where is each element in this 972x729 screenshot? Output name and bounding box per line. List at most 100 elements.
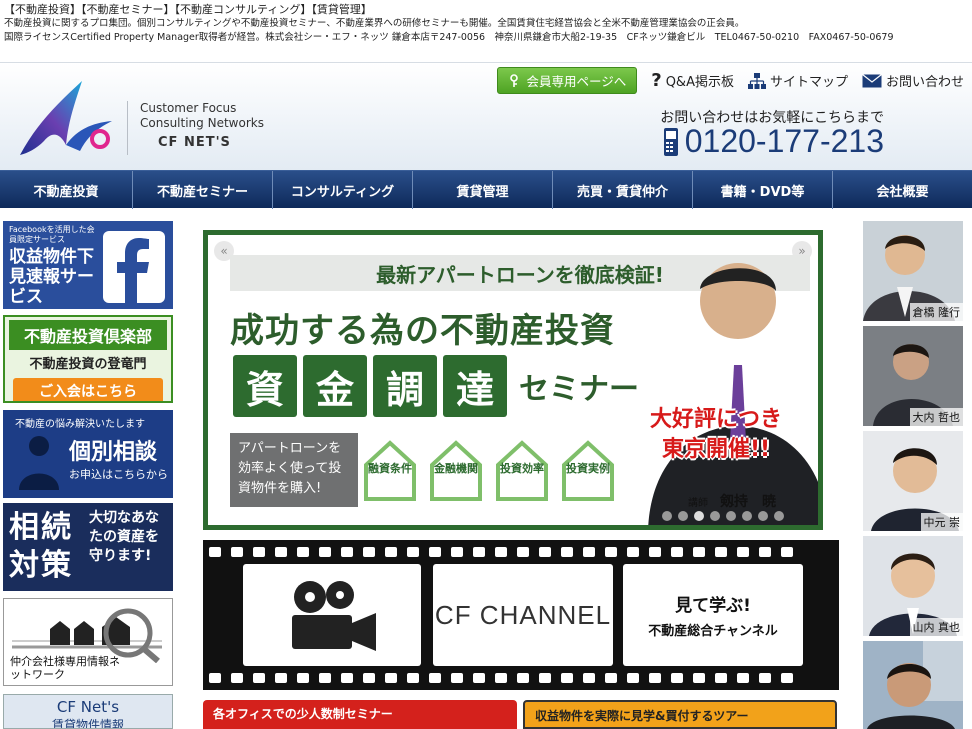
hero-kanji-row: 資 金 調 達 セミナー — [233, 355, 639, 417]
film-frame-slogan: 見て学ぶ! 不動産総合チャンネル — [623, 564, 803, 666]
hero-seminar-word: セミナー — [519, 372, 639, 407]
lecturer-card[interactable]: 大内 哲也 — [863, 326, 963, 426]
slide-dot[interactable] — [710, 511, 720, 521]
property-tour-text: 収益物件を実際に見学&買付するツアー — [535, 709, 749, 723]
category-links[interactable]: 【不動産投資】【不動産セミナー】【不動産コンサルティング】【賃貸管理】 — [4, 3, 968, 17]
qa-board-label: Q&A掲示板 — [665, 75, 734, 90]
lecturer-name: 山内 真也 — [909, 618, 963, 636]
rental-banner-title: CF Net's — [56, 698, 120, 716]
slide-dot[interactable] — [774, 511, 784, 521]
lecturer-card[interactable]: 倉橋 隆行 — [863, 221, 963, 321]
lecturer-card[interactable] — [863, 641, 963, 729]
cf-channel-banner[interactable]: CF CHANNEL 見て学ぶ! 不動産総合チャンネル — [203, 540, 839, 690]
seminar-hero-banner[interactable]: « » 最新アパートローンを徹底検証! 成功する為の不動産投資 資 金 調 達 … — [203, 230, 823, 530]
sitemap-link[interactable]: サイトマップ — [747, 71, 848, 90]
site-header: Customer Focus Consulting Networks CF NE… — [0, 62, 972, 170]
logo-line-1: Customer Focus — [140, 101, 237, 115]
logo-divider — [127, 101, 128, 155]
consultation-top-text: 不動産の悩み解決いたします — [15, 419, 145, 430]
consultation-banner[interactable]: 不動産の悩み解決いたします 個別相談 お申込はこちらから — [3, 410, 173, 498]
lecturer-card[interactable]: 中元 崇 — [863, 431, 963, 531]
inheritance-banner[interactable]: 相続対策 大切なあなたの資産を守ります! — [3, 503, 173, 591]
nav-books-dvd[interactable]: 書籍・DVD等 — [693, 171, 833, 209]
phone-number[interactable]: 0120-177-213 — [663, 123, 884, 160]
nav-real-estate-investment[interactable]: 不動産投資 — [0, 171, 133, 209]
lecturer-name: 大内 哲也 — [909, 408, 963, 426]
small-seminar-banner[interactable]: 各オフィスでの少人数制セミナー — [203, 700, 517, 729]
lecturer-name: 倉橋 隆行 — [909, 303, 963, 321]
member-page-button[interactable]: 会員専用ページへ — [497, 67, 638, 94]
club-title: 不動産投資倶楽部 — [9, 320, 167, 350]
lecturer-photo — [648, 263, 818, 525]
inheritance-text: 大切なあなたの資産を守ります! — [89, 510, 159, 564]
hero-title: 成功する為の不動産投資 — [230, 311, 615, 351]
slide-dot[interactable] — [662, 511, 672, 521]
topic-house: 投資実例 — [560, 439, 616, 503]
kanji-box: 調 — [373, 355, 437, 417]
hero-strip-text: 最新アパートローンを徹底検証! — [376, 262, 664, 287]
logo-line-2: Consulting Networks — [140, 116, 264, 130]
film-holes-top — [209, 547, 793, 557]
slide-dot[interactable] — [694, 511, 704, 521]
site-description: 【不動産投資】【不動産セミナー】【不動産コンサルティング】【賃貸管理】 不動産投… — [4, 3, 968, 45]
lecturer-portrait — [863, 641, 963, 729]
topic-house: 融資条件 — [362, 439, 418, 503]
popular-callout: 大好評につき 東京開催!! — [650, 405, 782, 465]
inheritance-kanji: 相続対策 — [9, 510, 73, 583]
rental-banner-sub: 賃貸物件情報 — [51, 718, 124, 729]
broker-network-text: 仲介会社様専用情報ネットワーク — [10, 655, 120, 681]
facebook-listing-banner[interactable]: Facebookを活用した会員限定サービス 収益物件下見速報サービス — [3, 221, 173, 309]
nav-company[interactable]: 会社概要 — [833, 171, 972, 209]
consultation-title: 個別相談 — [69, 440, 158, 465]
movie-camera-icon — [292, 581, 376, 651]
slide-dot[interactable] — [742, 511, 752, 521]
small-seminar-text: 各オフィスでの少人数制セミナー — [213, 707, 393, 721]
slogan: 見て学ぶ! — [675, 596, 751, 616]
sitemap-icon — [747, 72, 766, 89]
mail-icon — [862, 73, 882, 87]
facebook-icon — [103, 231, 165, 303]
person-silhouette-icon — [19, 436, 59, 490]
lecturer-name: 中元 崇 — [920, 513, 963, 531]
nav-consulting[interactable]: コンサルティング — [273, 171, 413, 209]
slide-dot[interactable] — [758, 511, 768, 521]
key-icon — [510, 73, 519, 87]
qa-board-link[interactable]: ? Q&A掲示板 — [651, 70, 734, 91]
popular-line-1: 大好評につき — [650, 407, 783, 432]
broker-network-banner[interactable]: 仲介会社様専用情報ネットワーク — [3, 598, 173, 686]
sitemap-label: サイトマップ — [769, 75, 848, 90]
slogan-sub: 不動産総合チャンネル — [648, 624, 778, 639]
member-page-label: 会員専用ページへ — [526, 74, 627, 89]
film-frame-camera — [243, 564, 421, 666]
nav-rental-management[interactable]: 賃貸管理 — [413, 171, 553, 209]
slide-dot[interactable] — [726, 511, 736, 521]
consultation-apply: お申込はこちらから — [69, 468, 168, 481]
club-subtitle: 不動産投資の登竜門 — [29, 357, 147, 372]
hero-topics: 融資条件 金融機関 投資効率 投資実例 — [362, 439, 616, 503]
property-tour-banner[interactable]: 収益物件を実際に見学&買付するツアー — [523, 700, 837, 729]
topic-label: 投資効率 — [500, 462, 544, 475]
lecturer-card[interactable]: 山内 真也 — [863, 536, 963, 636]
logo-brand: CF NET'S — [158, 135, 231, 150]
film-holes-bottom — [209, 673, 793, 683]
popular-line-2: 東京開催!! — [661, 437, 771, 462]
contact-label: お問い合わせ — [885, 75, 964, 90]
club-join-cta[interactable]: ご入会はこちら — [13, 378, 163, 401]
slide-dots — [662, 511, 784, 521]
investment-club-banner[interactable]: 不動産投資倶楽部 不動産投資の登竜門 ご入会はこちら — [3, 315, 173, 403]
utility-nav: 会員専用ページへ ? Q&A掲示板 サイトマップ お問い合わせ — [497, 67, 964, 94]
cf-nets-rental-banner[interactable]: CF Net's 賃貸物件情報 — [3, 694, 173, 729]
cf-nets-logo[interactable] — [16, 75, 124, 159]
nav-brokerage[interactable]: 売買・賃貸仲介 — [553, 171, 693, 209]
phone-icon — [663, 127, 678, 156]
slide-dot[interactable] — [678, 511, 688, 521]
kanji-box: 達 — [443, 355, 507, 417]
kanji-box: 資 — [233, 355, 297, 417]
nav-seminar[interactable]: 不動産セミナー — [133, 171, 273, 209]
phone-number-text: 0120-177-213 — [684, 123, 884, 159]
kanji-box: 金 — [303, 355, 367, 417]
cf-channel-title: CF CHANNEL — [433, 564, 613, 666]
contact-link[interactable]: お問い合わせ — [862, 71, 964, 90]
logo-text[interactable]: Customer Focus Consulting Networks CF NE… — [140, 101, 264, 150]
lecturer-caption: 講師 剱持 暁 — [688, 491, 776, 511]
